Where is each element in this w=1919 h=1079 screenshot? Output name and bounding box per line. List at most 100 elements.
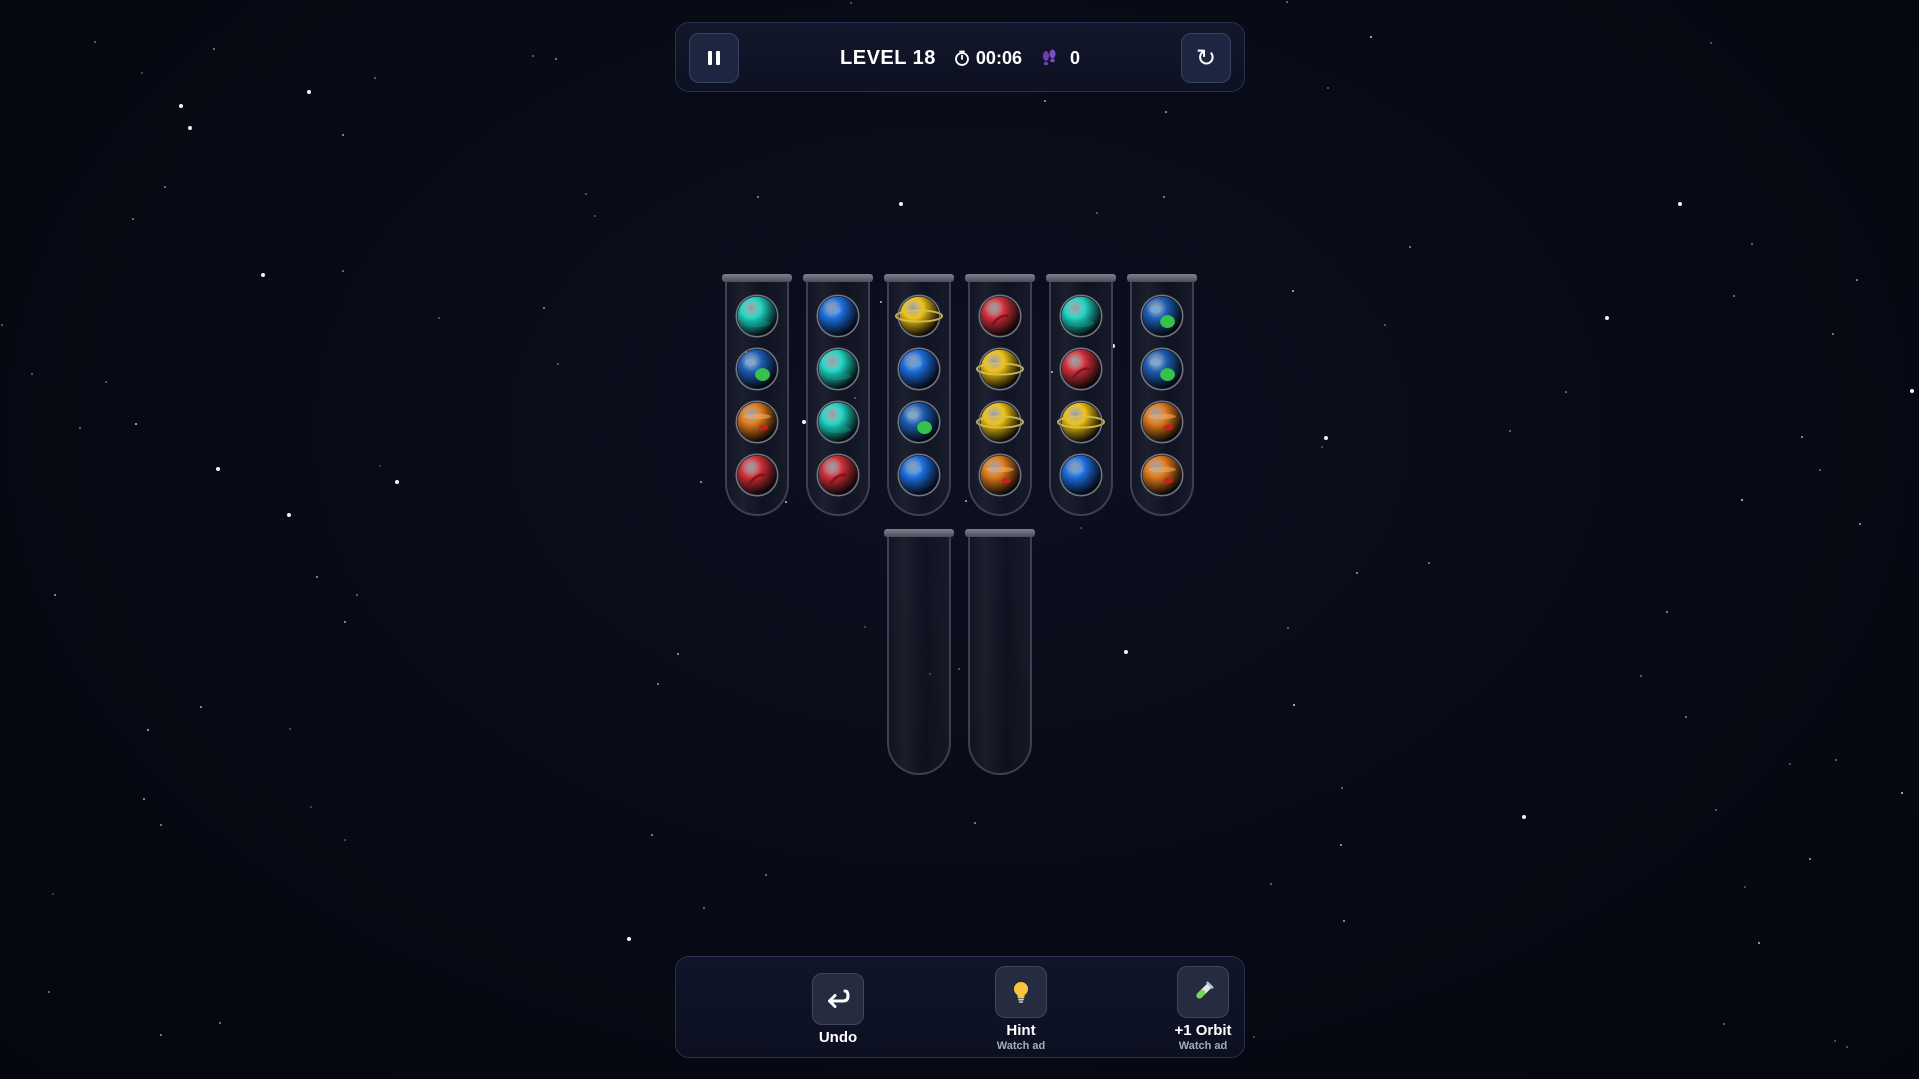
planet-ball-saturn <box>976 398 1024 446</box>
planet-ball-cyan <box>814 345 862 393</box>
top-hud: LEVEL 18 00:06 0 ↻ <box>675 22 1245 92</box>
hint-button[interactable] <box>995 966 1047 1018</box>
star <box>1370 36 1372 38</box>
tube-rim <box>965 529 1035 537</box>
star <box>1343 920 1345 922</box>
planet-ball-mars <box>1057 345 1105 393</box>
orbit-sublabel: Watch ad <box>1178 1040 1228 1052</box>
star <box>316 576 318 578</box>
tube-rim <box>884 274 954 282</box>
star <box>307 90 311 94</box>
level-label: LEVEL 18 <box>840 46 936 69</box>
planet-ball-saturn <box>976 345 1024 393</box>
star <box>1801 436 1803 438</box>
star <box>543 307 545 309</box>
star <box>1 324 3 326</box>
star <box>261 273 265 277</box>
star <box>1327 87 1329 89</box>
planet-ball-blue <box>814 292 862 340</box>
star <box>1835 759 1837 761</box>
tube-3[interactable] <box>884 274 954 516</box>
star <box>1859 523 1861 525</box>
star <box>1710 42 1712 44</box>
tube-1[interactable] <box>722 274 792 516</box>
star <box>1856 279 1858 281</box>
tube-6[interactable] <box>1127 274 1197 516</box>
star <box>342 270 344 272</box>
orbit-button[interactable] <box>1177 966 1229 1018</box>
star <box>213 48 215 50</box>
star <box>1666 611 1668 613</box>
lightbulb-icon <box>1014 982 1028 1003</box>
orbit-label: +1 Orbit <box>1174 1022 1232 1039</box>
star <box>79 427 81 429</box>
tube-7[interactable] <box>884 529 954 775</box>
star <box>703 907 705 909</box>
star <box>1809 858 1811 860</box>
star <box>289 728 291 730</box>
planet-ball-jupiter <box>1138 398 1186 446</box>
star <box>1270 883 1272 885</box>
planet-ball-blue <box>895 451 943 499</box>
star <box>132 218 134 220</box>
star <box>1733 295 1735 297</box>
stopwatch-icon <box>955 50 969 66</box>
restart-icon: ↻ <box>1195 44 1217 72</box>
star <box>700 481 702 483</box>
tube-4[interactable] <box>965 274 1035 516</box>
star <box>1758 942 1760 944</box>
planet-ball-mars <box>814 451 862 499</box>
star <box>585 193 587 195</box>
undo-icon <box>828 989 850 1008</box>
star <box>651 834 653 836</box>
restart-button[interactable]: ↻ <box>1181 33 1231 83</box>
hint-label: Hint <box>1006 1022 1036 1039</box>
star <box>1819 469 1821 471</box>
star <box>1910 389 1914 393</box>
star <box>54 594 56 596</box>
star <box>864 626 866 628</box>
star <box>1163 196 1165 198</box>
tube-5[interactable] <box>1046 274 1116 516</box>
undo-action: Undo <box>778 973 898 1046</box>
star <box>1565 391 1567 393</box>
star <box>1715 809 1717 811</box>
test-tube-icon <box>1196 981 1214 999</box>
star <box>1293 704 1295 706</box>
planet-ball-blue <box>895 345 943 393</box>
star <box>310 806 312 808</box>
tube-2[interactable] <box>803 274 873 516</box>
star <box>1744 886 1746 888</box>
star <box>757 196 759 198</box>
star <box>1165 111 1167 113</box>
star <box>627 937 631 941</box>
star <box>147 729 149 731</box>
hint-action: Hint Watch ad <box>961 966 1081 1052</box>
tube-rim <box>1127 274 1197 282</box>
footprints-icon <box>1042 49 1056 66</box>
planet-ball-saturn <box>1057 398 1105 446</box>
planet-ball-cyan <box>733 292 781 340</box>
star <box>765 874 767 876</box>
planet-ball-earth <box>895 398 943 446</box>
tube-rim <box>722 274 792 282</box>
planet-ball-cyan <box>814 398 862 446</box>
planet-ball-earth <box>1138 345 1186 393</box>
star <box>1080 527 1082 529</box>
star <box>1846 1046 1848 1048</box>
undo-label: Undo <box>818 1029 858 1046</box>
undo-button[interactable] <box>812 973 864 1025</box>
star <box>1834 1040 1836 1042</box>
star <box>1292 290 1294 292</box>
star <box>1384 324 1386 326</box>
star <box>1124 650 1128 654</box>
star <box>342 134 344 136</box>
star <box>974 822 976 824</box>
planet-ball-cyan <box>1057 292 1105 340</box>
tube-8[interactable] <box>965 529 1035 775</box>
star <box>1832 333 1834 335</box>
star <box>374 77 376 79</box>
star <box>135 423 137 425</box>
star <box>105 381 107 383</box>
star <box>1321 446 1323 448</box>
